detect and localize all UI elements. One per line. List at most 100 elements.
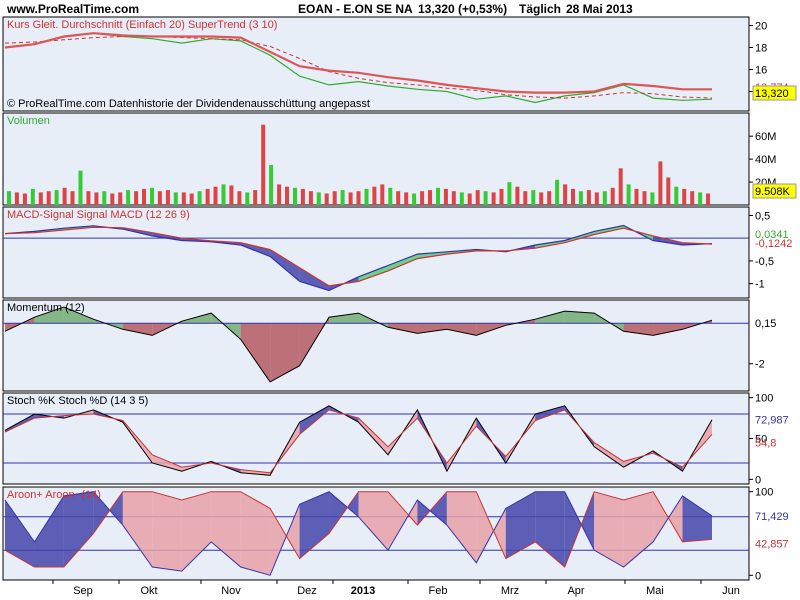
panel-subtitle-price: © ProRealTime.com Datenhistorie der Divi… — [7, 98, 370, 110]
volume-bar — [277, 184, 282, 205]
volume-bar — [269, 164, 274, 205]
volume-bar — [499, 188, 504, 205]
volume-bar — [46, 191, 51, 205]
volume-bar — [594, 192, 599, 205]
volume-bar — [515, 186, 520, 205]
volume-bar — [412, 193, 417, 205]
y-tick-label: -2 — [755, 359, 765, 371]
volume-bar — [443, 188, 448, 205]
x-axis-label: Jun — [722, 585, 740, 597]
volume-bar — [86, 191, 91, 205]
volume-bar — [62, 187, 67, 205]
panel-momentum — [2, 299, 750, 392]
volume-bar — [507, 182, 512, 205]
volume-bar — [110, 193, 115, 205]
volume-bar — [94, 192, 99, 205]
volume-bar — [491, 192, 496, 205]
volume-bar — [626, 184, 631, 205]
volume-bar — [356, 191, 361, 205]
volume-bar — [340, 190, 345, 205]
x-axis-label: Sep — [73, 585, 93, 597]
stock-chart: Kurs Gleit. Durchschnitt (Einfach 20) Su… — [2, 16, 797, 597]
x-axis-label: Okt — [140, 585, 157, 597]
volume-bar — [229, 185, 234, 205]
volume-bar — [157, 191, 162, 205]
volume-bar — [237, 191, 242, 205]
aroon-down-value-label: 42,857 — [755, 538, 789, 550]
volume-bar — [658, 161, 663, 205]
volume-bar — [650, 192, 655, 205]
volume-bar — [388, 187, 393, 205]
volume-bar — [428, 190, 432, 205]
y-tick-label: 18 — [755, 43, 767, 55]
volume-bar — [523, 191, 528, 205]
stoch-k-value-label: 72,987 — [755, 415, 789, 427]
volume-bar — [332, 191, 337, 205]
volume-bar — [245, 192, 250, 205]
volume-bar — [364, 188, 369, 205]
panel-title-stoch: Stoch %K Stoch %D (14 3 5) — [7, 395, 148, 407]
volume-bar — [666, 177, 671, 205]
volume-bar — [674, 186, 679, 205]
volume-bar — [253, 190, 258, 205]
volume-bar — [189, 193, 194, 205]
volume-bar — [436, 187, 440, 205]
volume-bar — [300, 188, 305, 205]
volume-bar — [531, 190, 536, 205]
last-price-label: 13,320 — [755, 88, 789, 100]
panel-title-volume: Volumen — [7, 115, 50, 127]
panel-price — [2, 16, 750, 112]
volume-bar — [459, 192, 464, 205]
volume-bar — [642, 191, 647, 205]
volume-bar — [173, 192, 178, 205]
volume-bar — [118, 192, 123, 205]
volume-bar — [372, 186, 377, 205]
volume-bar — [396, 191, 401, 205]
last-volume-label: 9.508K — [755, 186, 791, 198]
volume-bar — [483, 191, 488, 205]
volume-bar — [285, 186, 289, 205]
volume-bar — [475, 190, 480, 205]
y-tick-label: 100 — [755, 393, 773, 405]
x-axis-label: 2013 — [351, 585, 375, 597]
aroon-up-value-label: 71,429 — [755, 511, 789, 523]
volume-bar — [586, 190, 591, 205]
volume-bar — [126, 190, 131, 205]
panel-title-momentum: Momentum (12) — [7, 302, 85, 314]
y-tick-label: -0,5 — [755, 256, 774, 268]
y-tick-label: 0 — [755, 570, 761, 582]
volume-bar — [539, 192, 544, 205]
panel-title-aroon: Aroon+ Aroon- (14) — [7, 489, 101, 501]
x-axis-label: Apr — [567, 585, 584, 597]
y-tick-label: -1 — [755, 279, 765, 291]
volume-bar — [165, 190, 170, 205]
y-tick-label: 100 — [755, 487, 773, 499]
volume-bar — [7, 191, 11, 205]
volume-bar — [420, 191, 425, 205]
volume-bar — [706, 193, 710, 205]
volume-bar — [54, 190, 59, 205]
volume-bar — [634, 188, 639, 205]
volume-bar — [555, 179, 560, 205]
y-tick-label: 20 — [755, 21, 767, 33]
volume-bar — [213, 186, 218, 205]
volume-bar — [348, 192, 353, 205]
volume-bar — [70, 191, 75, 205]
x-axis-label: Mrz — [501, 585, 519, 597]
volume-bar — [181, 192, 186, 205]
volume-bar — [38, 192, 43, 205]
volume-bar — [547, 191, 552, 205]
volume-bar — [205, 188, 210, 205]
volume-bar — [467, 193, 472, 205]
volume-bar — [451, 191, 456, 205]
aroon-fill — [152, 491, 182, 572]
volume-bar — [698, 192, 703, 205]
volume-bar — [134, 191, 139, 205]
volume-bar — [221, 184, 226, 205]
volume-bar — [602, 191, 607, 205]
volume-bar — [308, 191, 313, 205]
y-tick-label: 16 — [755, 65, 767, 77]
y-tick-label: 0 — [755, 474, 761, 486]
x-axis-label: Nov — [221, 585, 241, 597]
stoch-d-value-label: 54,8 — [755, 438, 776, 450]
